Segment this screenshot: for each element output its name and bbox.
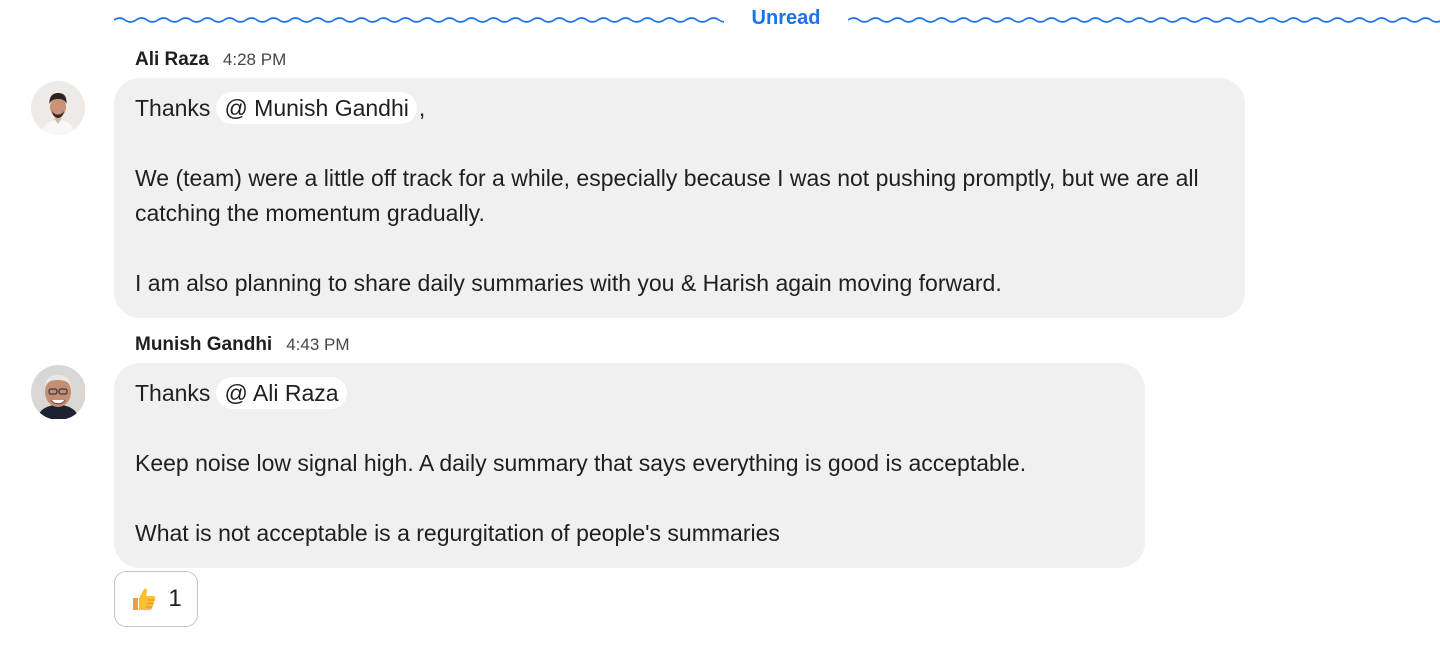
message-paragraph: What is not acceptable is a regurgitatio…	[135, 520, 780, 546]
message-line: Thanks @ Munish Gandhi,	[135, 91, 1223, 126]
user-avatar-photo	[31, 365, 85, 419]
message-paragraph: I am also planning to share daily summar…	[135, 270, 1002, 296]
message-bubble: Thanks @ Munish Gandhi, We (team) were a …	[114, 78, 1245, 318]
message-paragraph: Keep noise low signal high. A daily summ…	[135, 450, 1027, 476]
user-avatar-photo	[31, 81, 85, 135]
reaction-count: 1	[168, 585, 182, 612]
message-text: ,	[418, 95, 426, 121]
mention-chip[interactable]: @ Munish Gandhi	[216, 92, 417, 124]
avatar-ali-raza[interactable]	[31, 81, 85, 135]
message-header: Ali Raza 4:28 PM	[135, 49, 286, 75]
divider-wave-left	[114, 17, 724, 23]
message-timestamp: 4:28 PM	[222, 50, 287, 69]
greeting-text: Thanks	[135, 95, 211, 121]
divider-wave-right	[848, 17, 1440, 23]
message-line: Thanks @ Ali Raza	[135, 376, 1123, 411]
avatar-munish-gandhi[interactable]	[31, 365, 86, 420]
unread-divider: Unread	[114, 4, 1440, 32]
message-header: Munish Gandhi 4:43 PM	[135, 334, 350, 360]
sender-name[interactable]: Ali Raza	[135, 49, 209, 71]
message-paragraph: We (team) were a little off track for a …	[135, 165, 1199, 226]
reaction-chip[interactable]: 1	[114, 571, 198, 627]
greeting-text: Thanks	[135, 380, 211, 406]
message-timestamp: 4:43 PM	[286, 335, 350, 354]
message-bubble: Thanks @ Ali Raza Keep noise low signal h…	[114, 363, 1145, 568]
thumbs-up-icon	[133, 588, 156, 610]
mention-chip[interactable]: @ Ali Raza	[216, 377, 347, 409]
sender-name[interactable]: Munish Gandhi	[135, 334, 272, 356]
unread-label: Unread	[751, 7, 821, 29]
